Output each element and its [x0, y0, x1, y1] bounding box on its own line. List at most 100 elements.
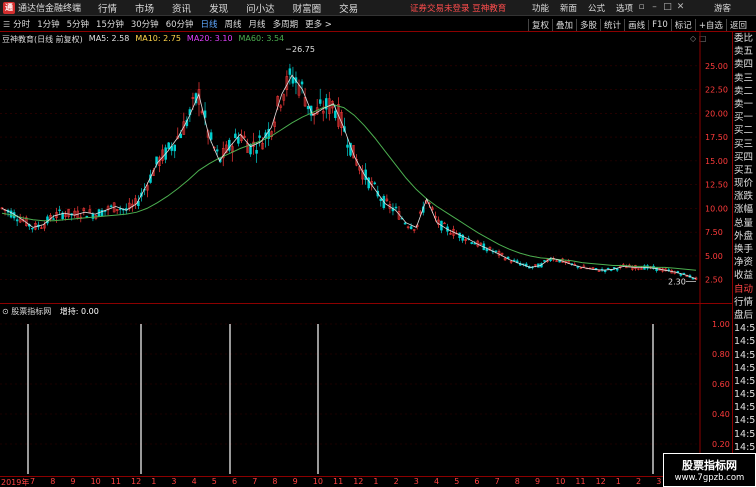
candle-body — [485, 248, 489, 252]
minimize-icon[interactable]: – — [649, 2, 660, 12]
sidebar-item[interactable]: 外盘 — [734, 230, 756, 243]
sidebar-item[interactable]: 卖五 — [734, 45, 756, 58]
tab-more[interactable]: 更多 > — [305, 18, 332, 30]
app-title: 通达信金融终端 — [18, 4, 82, 14]
tab-multi-period[interactable]: 多周期 — [273, 18, 299, 30]
date-tick: 2 — [393, 477, 399, 486]
sidebar-item[interactable]: 买二 — [734, 124, 756, 137]
menu-trade[interactable]: 交易 — [339, 1, 358, 15]
chart-tools: 复权 叠加 多股 统计 画线 F10 标记 +自选 返回 — [528, 17, 750, 32]
sidebar-item[interactable]: 换手 — [734, 243, 756, 256]
menu-options[interactable]: 选项 — [616, 2, 633, 14]
menu-wealth[interactable]: 财富圈 — [293, 1, 322, 15]
menu-quotes[interactable]: 行情 — [98, 1, 117, 15]
sidebar-item[interactable]: 委比 — [734, 32, 756, 45]
multi-stock-button[interactable]: 多股 — [576, 18, 600, 31]
menu-functions[interactable]: 功能 — [532, 2, 549, 14]
menu-market[interactable]: 市场 — [135, 1, 154, 15]
overlay-button[interactable]: 叠加 — [552, 18, 576, 31]
candle-body — [306, 105, 310, 110]
list-icon[interactable]: ☰ — [3, 20, 10, 29]
candle-body — [300, 81, 304, 85]
sidebar-item[interactable]: 买五 — [734, 164, 756, 177]
hold-value: 增持: 0.00 — [59, 307, 99, 316]
maximize-icon[interactable]: □ — [662, 2, 673, 12]
candle-body — [691, 278, 695, 280]
sidebar-item[interactable]: 买三 — [734, 138, 756, 151]
quote-sidebar: 委比 卖五 卖四 卖三 卖二 卖一 买一 买二 买三 买四 买五 现价 涨跌 涨幅 总量 外盘 换手 净资 收益 自动… — [734, 32, 756, 487]
sidebar-item[interactable]: 卖四 — [734, 58, 756, 71]
tab-15min[interactable]: 15分钟 — [96, 18, 124, 30]
tab-5min[interactable]: 5分钟 — [67, 18, 89, 30]
sidebar-item[interactable]: 涨幅 — [734, 203, 756, 216]
kline-svg: 25.00 22.50 20.00 17.50 15.00 12.50 10.00 7.50 5… — [0, 32, 728, 304]
sidebar-item[interactable]: 买四 — [734, 151, 756, 164]
tab-1min[interactable]: 1分钟 — [37, 18, 59, 30]
candle-body — [291, 77, 295, 84]
indicator-settings-icon[interactable]: ⊙ — [2, 307, 9, 316]
price-tick: 2.50 — [705, 276, 723, 285]
sidebar-item[interactable]: 总量 — [734, 217, 756, 230]
draw-button[interactable]: 画线 — [624, 18, 648, 31]
ma60-line — [1, 104, 697, 271]
date-tick: 7 — [252, 477, 258, 486]
sidebar-item[interactable]: 卖一 — [734, 98, 756, 111]
sidebar-item[interactable]: 14:50 — [734, 322, 756, 335]
sidebar-item[interactable]: 14:50 — [734, 375, 756, 388]
mark-button[interactable]: 标记 — [670, 18, 695, 31]
sidebar-item[interactable]: 卖二 — [734, 85, 756, 98]
candle-body — [234, 133, 237, 139]
adjust-button[interactable]: 复权 — [528, 18, 552, 31]
kline-chart-panel[interactable]: 豆神教育(日线 前复权) MA5: 2.58 MA10: 2.75 MA20: … — [0, 32, 733, 304]
price-tick: 5.00 — [705, 252, 723, 261]
tab-monthly[interactable]: 月线 — [249, 18, 266, 30]
date-tick: 9 — [535, 477, 541, 486]
sidebar-item[interactable]: 现价 — [734, 177, 756, 190]
sidebar-item[interactable]: 卖三 — [734, 72, 756, 85]
indicator-panel[interactable]: 1.00 0.80 0.60 0.40 0.20 ⊙ 股票指标网 增持: 0.00 — [0, 304, 733, 476]
sidebar-item[interactable]: 14:50 — [734, 414, 756, 427]
tab-weekly[interactable]: 周线 — [225, 18, 242, 30]
guest-user[interactable]: 游客 — [714, 2, 731, 14]
f10-button[interactable]: F10 — [648, 19, 671, 30]
close-icon[interactable]: ✕ — [675, 2, 686, 12]
menu-discover[interactable]: 发现 — [209, 1, 228, 15]
candle-body — [373, 182, 377, 185]
sidebar-item[interactable]: 收益 — [734, 269, 756, 282]
candle-body — [543, 260, 546, 262]
login-notice[interactable]: 证券交易未登录 豆神教育 — [410, 2, 506, 14]
sidebar-item[interactable]: 涨跌 — [734, 190, 756, 203]
tab-daily[interactable]: 日线 — [201, 18, 218, 30]
restore-icon[interactable]: ▫ — [636, 2, 647, 12]
sidebar-item[interactable]: 行情 — [734, 296, 756, 309]
sidebar-item[interactable]: 14:50 — [734, 388, 756, 401]
candle-body — [612, 267, 616, 269]
menu-news[interactable]: 资讯 — [172, 1, 191, 15]
tab-60min[interactable]: 60分钟 — [166, 18, 194, 30]
candle-body — [237, 136, 240, 144]
add-watchlist-button[interactable]: +自选 — [694, 18, 726, 31]
sidebar-item[interactable]: 盘后 — [734, 309, 756, 322]
period-toolbar: ☰ 分时 1分钟 5分钟 15分钟 30分钟 60分钟 日线 周线 月线 多周期… — [0, 17, 756, 32]
menu-formula[interactable]: 公式 — [588, 2, 605, 14]
sidebar-item[interactable]: 14:50 — [734, 401, 756, 414]
date-tick: 11 — [333, 477, 344, 486]
sidebar-item[interactable]: 买一 — [734, 111, 756, 124]
sidebar-item[interactable]: 14:50 — [734, 428, 756, 441]
date-tick: 12 — [595, 477, 606, 486]
sidebar-item[interactable]: 自动 — [734, 283, 756, 296]
menu-ask[interactable]: 问小达 — [246, 1, 275, 15]
sidebar-item[interactable]: 14:50 — [734, 335, 756, 348]
date-tick: 2019年 — [1, 478, 30, 487]
stats-button[interactable]: 统计 — [600, 18, 624, 31]
sidebar-item[interactable]: 14:50 — [734, 349, 756, 362]
candle-body — [167, 142, 170, 150]
date-tick: 9 — [292, 477, 298, 486]
menu-new-page[interactable]: 新面 — [560, 2, 577, 14]
candle-body — [173, 144, 176, 152]
back-button[interactable]: 返回 — [725, 18, 750, 31]
sidebar-item[interactable]: 14:50 — [734, 362, 756, 375]
tab-30min[interactable]: 30分钟 — [131, 18, 159, 30]
tab-timeshare[interactable]: 分时 — [13, 18, 30, 30]
sidebar-item[interactable]: 净资 — [734, 256, 756, 269]
